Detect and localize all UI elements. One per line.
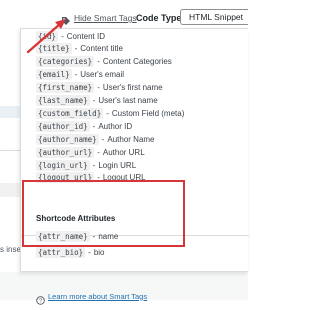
hide-smart-tags-label: Hide Smart Tags [74,13,137,23]
smart-tag-description: Author ID [98,121,133,131]
tag-icon [61,13,71,25]
smart-tag-code: {author_id} [36,120,90,132]
smart-tag-row[interactable]: {title} - Content title [36,42,123,56]
code-type-label: Code Type [136,13,182,23]
separator-dash: - [88,247,91,257]
smart-tag-description: Content title [80,44,123,54]
smart-tag-description: User's email [80,70,125,80]
smart-tag-row[interactable]: {attr_name} - name [36,229,118,243]
separator-dash: - [61,31,64,41]
separator-dash: - [92,96,96,105]
smart-tag-code: {title} [36,43,72,55]
smart-tag-row[interactable]: {attr_bio} - bio [36,245,105,259]
smart-tag-row[interactable]: {categories} - Content Categories [36,55,172,69]
separator-dash: - [97,147,100,157]
separator-dash: - [92,231,96,241]
separator-dash: - [97,83,100,93]
learn-more-label: Learn more about Smart Tags [48,291,148,301]
separator-dash: - [97,173,100,183]
smart-tag-row[interactable]: {login_url} - Login URL [36,158,136,172]
smart-tags-dropdown: Shortcode Attributes ? Learn more about … [20,28,249,305]
separator-dash: - [101,134,105,144]
svg-text:?: ? [39,298,42,304]
smart-tag-description: User's last name [98,96,158,105]
smart-tag-row[interactable]: {author_id} - Author ID [36,119,132,133]
code-type-select[interactable]: HTML Snippet [180,9,248,25]
smart-tag-code: {custom_field} [36,107,104,119]
smart-tag-code: {logout_url} [36,172,95,184]
smart-tag-code: {author_name} [36,133,99,145]
smart-tag-row[interactable]: {author_name} - Author Name [36,132,155,146]
smart-tag-row[interactable]: {custom_field} - Custom Field (meta) [36,106,184,120]
smart-tag-description: name [98,231,119,241]
separator-dash: - [74,70,78,80]
separator-dash: - [92,160,96,170]
help-icon: ? [36,292,45,305]
smart-tag-description: bio [93,247,105,257]
separator-dash: - [92,121,96,131]
smart-tag-code: {attr_name} [36,230,90,242]
smart-tag-code: {author_url} [36,146,95,158]
smart-tag-description: Content ID [66,31,105,41]
smart-tag-row[interactable]: {email} - User's email [36,68,124,82]
smart-tag-row[interactable]: {author_url} - Author URL [36,145,145,159]
smart-tag-row[interactable]: {id} - Content ID [36,29,105,43]
smart-tag-description: User's first name [102,83,163,93]
hide-smart-tags-button[interactable]: Hide Smart Tags [61,11,137,25]
separator-dash: - [74,44,78,54]
smart-tag-code: {id} [36,30,59,42]
separator-dash: - [106,108,109,118]
shortcode-attributes-heading: Shortcode Attributes [36,214,116,223]
smart-tag-description: Logout URL [102,173,146,183]
smart-tag-row[interactable]: {logout_url} - Logout URL [36,171,146,185]
smart-tag-description: Login URL [98,160,137,170]
smart-tag-description: Author URL [102,147,145,157]
smart-tag-code: {login_url} [36,159,90,171]
smart-tag-row[interactable]: {last_name} - User's last name [36,94,158,108]
smart-tag-code: {first_name} [36,82,95,94]
smart-tag-code: {categories} [36,56,95,68]
smart-tag-description: Custom Field (meta) [111,108,185,118]
smart-tag-code: {attr_bio} [36,246,86,258]
separator-dash: - [97,57,100,67]
smart-tag-code: {email} [36,69,72,81]
learn-more-link[interactable]: ? Learn more about Smart Tags [36,289,148,305]
smart-tag-row[interactable]: {first_name} - User's first name [36,81,163,95]
smart-tag-code: {last_name} [36,95,90,106]
smart-tag-description: Author Name [107,134,155,144]
editor-toolbar: Hide Smart Tags Code Type HTML Snippet [0,0,248,30]
smart-tag-description: Content Categories [102,57,172,67]
